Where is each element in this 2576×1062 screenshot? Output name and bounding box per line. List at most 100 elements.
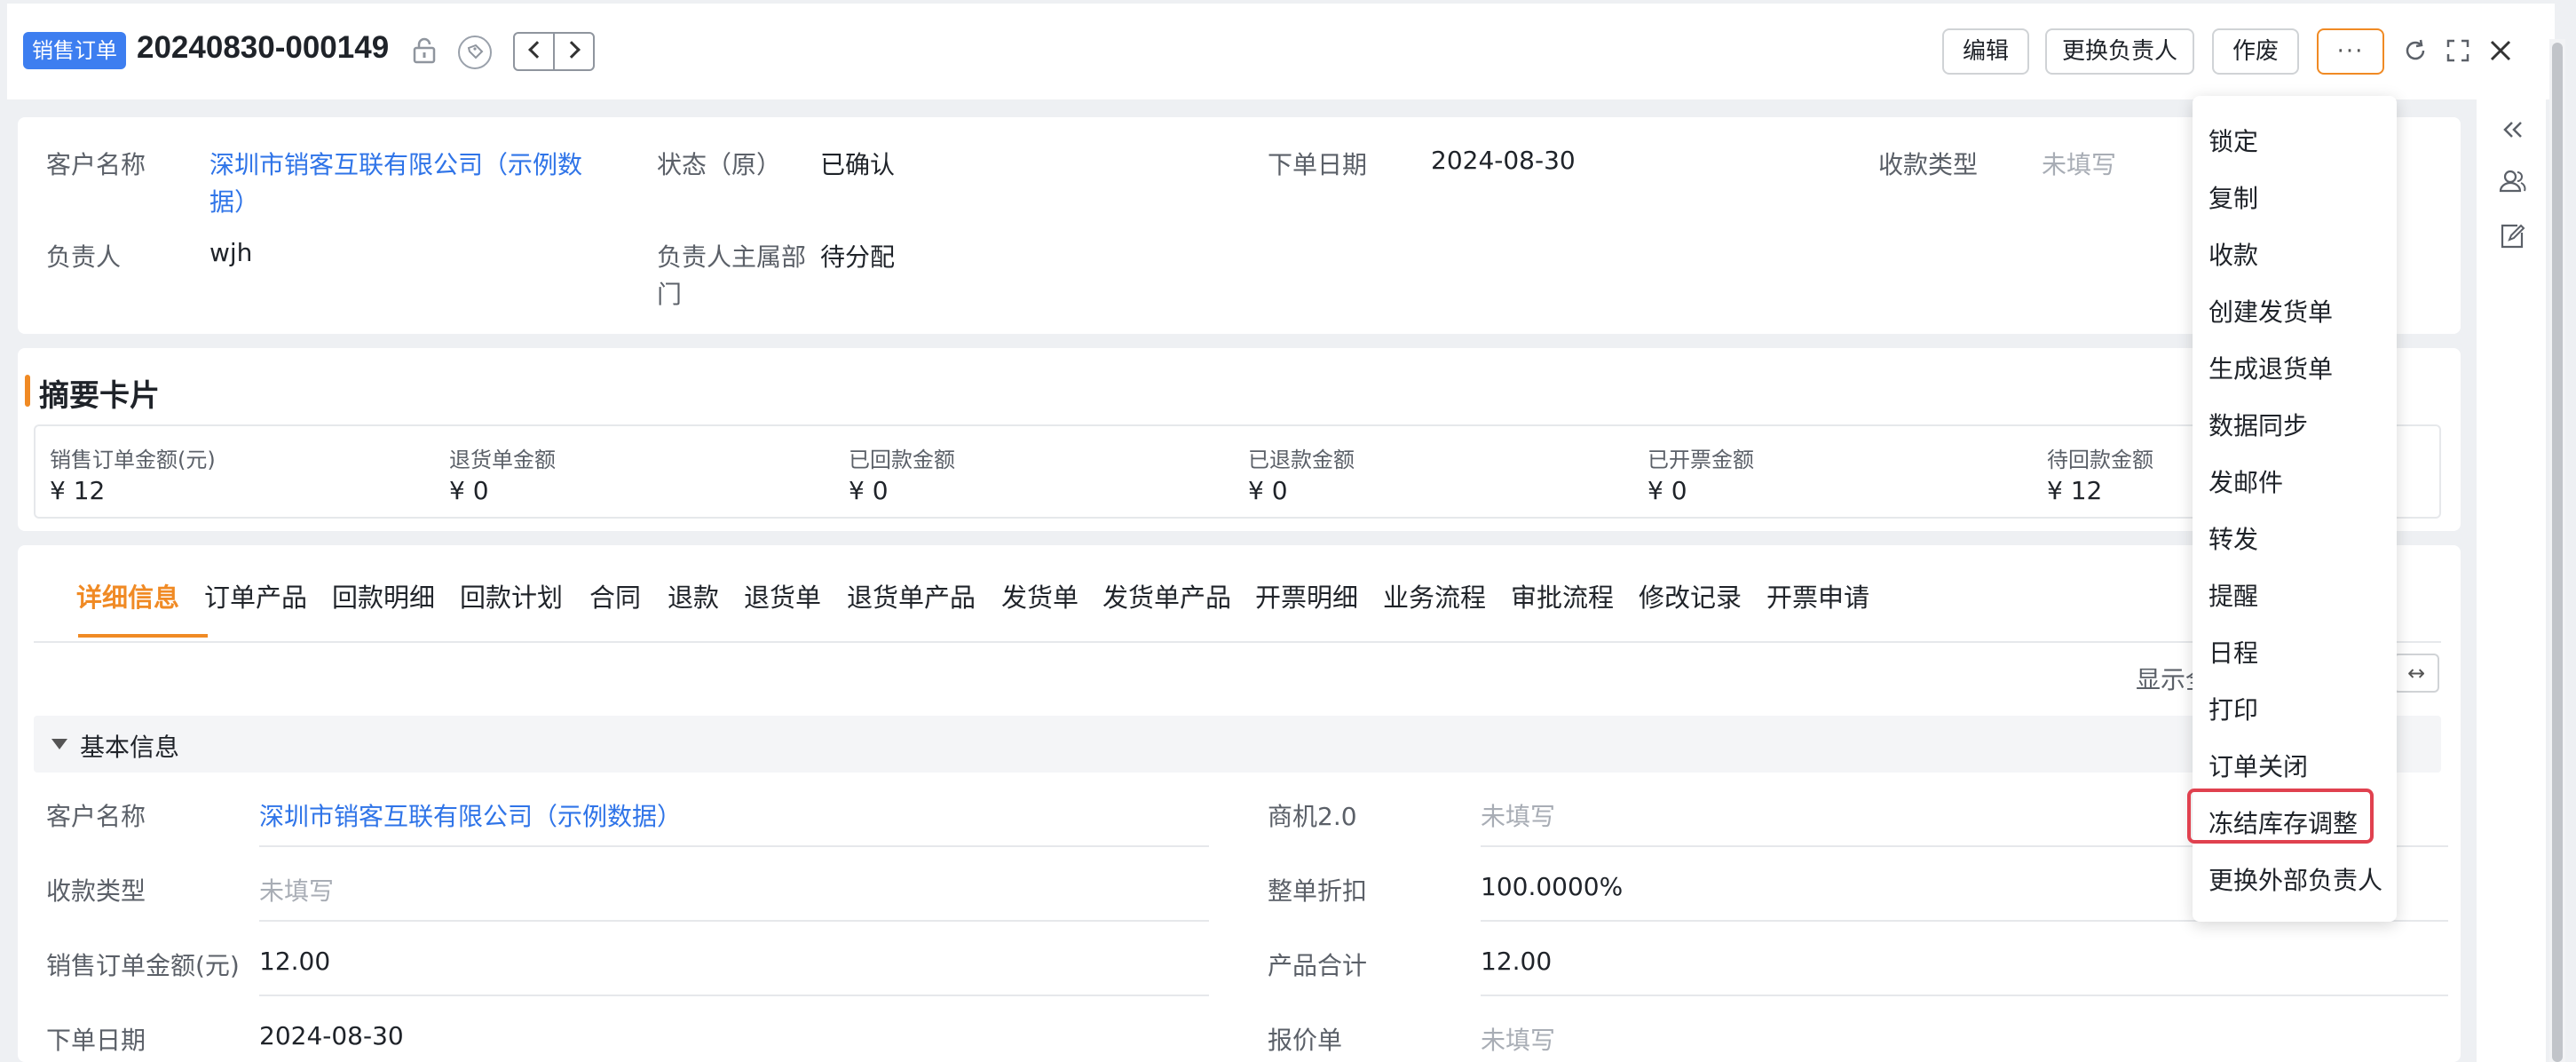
field-divider — [259, 845, 1209, 847]
active-tab-indicator — [78, 634, 208, 638]
refresh-icon[interactable] — [2402, 37, 2429, 64]
more-button[interactable]: ··· — [2317, 28, 2384, 75]
field-divider — [1481, 995, 2448, 996]
field-label: 销售订单金额(元) — [46, 951, 240, 980]
customer-link-line2[interactable]: 据） — [209, 183, 259, 218]
customer-label: 客户名称 — [46, 150, 146, 179]
menu-item-create-return[interactable]: 生成退货单 — [2209, 350, 2333, 385]
collapse-icon[interactable] — [2498, 115, 2526, 144]
order-date-value: 2024-08-30 — [1431, 146, 1576, 175]
menu-item-collect-payment[interactable]: 收款 — [2209, 236, 2258, 272]
summary-value: ¥ 0 — [449, 476, 489, 505]
summary-accent-bar — [25, 375, 30, 407]
customer-link[interactable]: 深圳市销客互联有限公司（示例数据） — [259, 797, 682, 833]
field-value: 12.00 — [259, 947, 331, 976]
field-label: 客户名称 — [46, 802, 146, 831]
tab-return-products[interactable]: 退货单产品 — [847, 577, 976, 614]
summary-label: 已退款金额 — [1248, 448, 1355, 472]
field-value: 未填写 — [1481, 802, 1556, 831]
customer-link-line1[interactable]: 深圳市销客互联有限公司（示例数 — [209, 146, 582, 181]
field-label: 收款类型 — [46, 876, 146, 906]
field-value: 100.0000% — [1481, 872, 1624, 901]
menu-item-print[interactable]: 打印 — [2209, 691, 2258, 726]
section-header-basic-info[interactable]: 基本信息 — [34, 716, 2441, 773]
menu-item-create-delivery[interactable]: 创建发货单 — [2209, 293, 2333, 329]
menu-item-copy[interactable]: 复制 — [2209, 179, 2258, 215]
tab-payment-details[interactable]: 回款明细 — [332, 577, 435, 614]
scrollbar-thumb[interactable] — [2552, 43, 2563, 1062]
menu-item-reminder[interactable]: 提醒 — [2209, 577, 2258, 613]
tab-approval-flow[interactable]: 审批流程 — [1511, 577, 1614, 614]
header-bar: 销售订单 20240830-000149 编辑 更换负责人 作废 ··· — [7, 4, 2555, 99]
detail-card: 详细信息 订单产品 回款明细 回款计划 合同 退款 退货单 退货单产品 发货单 … — [18, 545, 2461, 1062]
page-scrollbar[interactable] — [2549, 39, 2565, 1062]
tab-return-order[interactable]: 退货单 — [744, 577, 821, 614]
chevron-right-icon — [563, 41, 581, 59]
tag-icon[interactable] — [458, 36, 492, 69]
menu-item-send-email[interactable]: 发邮件 — [2209, 464, 2283, 499]
tab-invoice-request[interactable]: 开票申请 — [1766, 577, 1869, 614]
summary-value: ¥ 0 — [1248, 476, 1288, 505]
void-button[interactable]: 作废 — [2212, 28, 2299, 75]
tab-bar: 详细信息 订单产品 回款明细 回款计划 合同 退款 退货单 退货单产品 发货单 … — [34, 545, 2441, 643]
owner-dept-label-line2: 门 — [657, 280, 683, 309]
close-icon[interactable] — [2487, 37, 2514, 64]
field-value: 未填写 — [1481, 1026, 1556, 1055]
tab-invoice-details[interactable]: 开票明细 — [1255, 577, 1358, 614]
owner-dept-value: 待分配 — [820, 242, 896, 272]
chevron-left-icon — [528, 41, 546, 59]
summary-label: 销售订单金额(元) — [50, 448, 216, 472]
order-date-label: 下单日期 — [1268, 150, 1368, 179]
record-navigation — [513, 32, 595, 71]
tab-contract[interactable]: 合同 — [589, 577, 641, 614]
status-label: 状态（原） — [657, 150, 782, 179]
tab-delivery-products[interactable]: 发货单产品 — [1102, 577, 1231, 614]
page-title: 20240830-000149 — [137, 30, 390, 65]
menu-item-lock[interactable]: 锁定 — [2209, 123, 2258, 158]
summary-card: 摘要卡片 销售订单金额(元) ¥ 12 退货单金额 ¥ 0 已回款金额 ¥ 0 … — [18, 348, 2461, 531]
field-label: 商机2.0 — [1268, 802, 1357, 831]
change-owner-button[interactable]: 更换负责人 — [2045, 28, 2194, 75]
owner-dept-label-line1: 负责人主属部 — [657, 242, 807, 272]
fullscreen-icon[interactable] — [2445, 37, 2471, 64]
summary-label: 已开票金额 — [1648, 448, 1754, 472]
field-divider — [259, 995, 1209, 996]
next-record-button[interactable] — [555, 34, 595, 69]
summary-label: 待回款金额 — [2047, 448, 2153, 472]
tab-payment-plan[interactable]: 回款计划 — [460, 577, 563, 614]
field-label: 下单日期 — [46, 1026, 146, 1055]
menu-item-schedule[interactable]: 日程 — [2209, 634, 2258, 670]
payment-type-label: 收款类型 — [1878, 150, 1979, 179]
expand-width-button[interactable]: ↔ — [2393, 654, 2439, 693]
summary-value: ¥ 0 — [849, 476, 889, 505]
tab-business-flow[interactable]: 业务流程 — [1383, 577, 1486, 614]
owner-label: 负责人 — [46, 242, 122, 272]
summary-value: ¥ 0 — [1648, 476, 1687, 505]
summary-value: ¥ 12 — [2047, 476, 2103, 505]
tab-order-products[interactable]: 订单产品 — [204, 577, 307, 614]
edit-note-icon[interactable] — [2498, 222, 2526, 250]
menu-item-data-sync[interactable]: 数据同步 — [2209, 407, 2308, 442]
field-divider — [259, 920, 1209, 922]
tab-refund[interactable]: 退款 — [668, 577, 719, 614]
menu-item-close-order[interactable]: 订单关闭 — [2209, 748, 2308, 783]
team-icon[interactable] — [2498, 167, 2526, 195]
prev-record-button[interactable] — [515, 34, 555, 69]
summary-label: 退货单金额 — [449, 448, 556, 472]
tab-delivery-order[interactable]: 发货单 — [1001, 577, 1079, 614]
status-value: 已确认 — [820, 150, 896, 179]
summary-label: 已回款金额 — [849, 448, 955, 472]
field-value: 未填写 — [259, 876, 335, 906]
lock-icon[interactable] — [412, 37, 437, 64]
tab-change-log[interactable]: 修改记录 — [1639, 577, 1742, 614]
edit-button[interactable]: 编辑 — [1942, 28, 2029, 75]
field-label: 整单折扣 — [1268, 876, 1368, 906]
menu-item-change-external-owner[interactable]: 更换外部负责人 — [2209, 861, 2382, 897]
summary-value: ¥ 12 — [50, 476, 106, 505]
summary-title: 摘要卡片 — [39, 378, 160, 414]
tab-detail-info[interactable]: 详细信息 — [76, 577, 179, 614]
basic-info-card: 客户名称 深圳市销客互联有限公司（示例数 据） 状态（原） 已确认 下单日期 2… — [18, 117, 2461, 334]
summary-box: 销售订单金额(元) ¥ 12 退货单金额 ¥ 0 已回款金额 ¥ 0 已退款金额… — [34, 424, 2441, 519]
menu-item-forward[interactable]: 转发 — [2209, 520, 2258, 556]
owner-value: wjh — [209, 238, 253, 267]
